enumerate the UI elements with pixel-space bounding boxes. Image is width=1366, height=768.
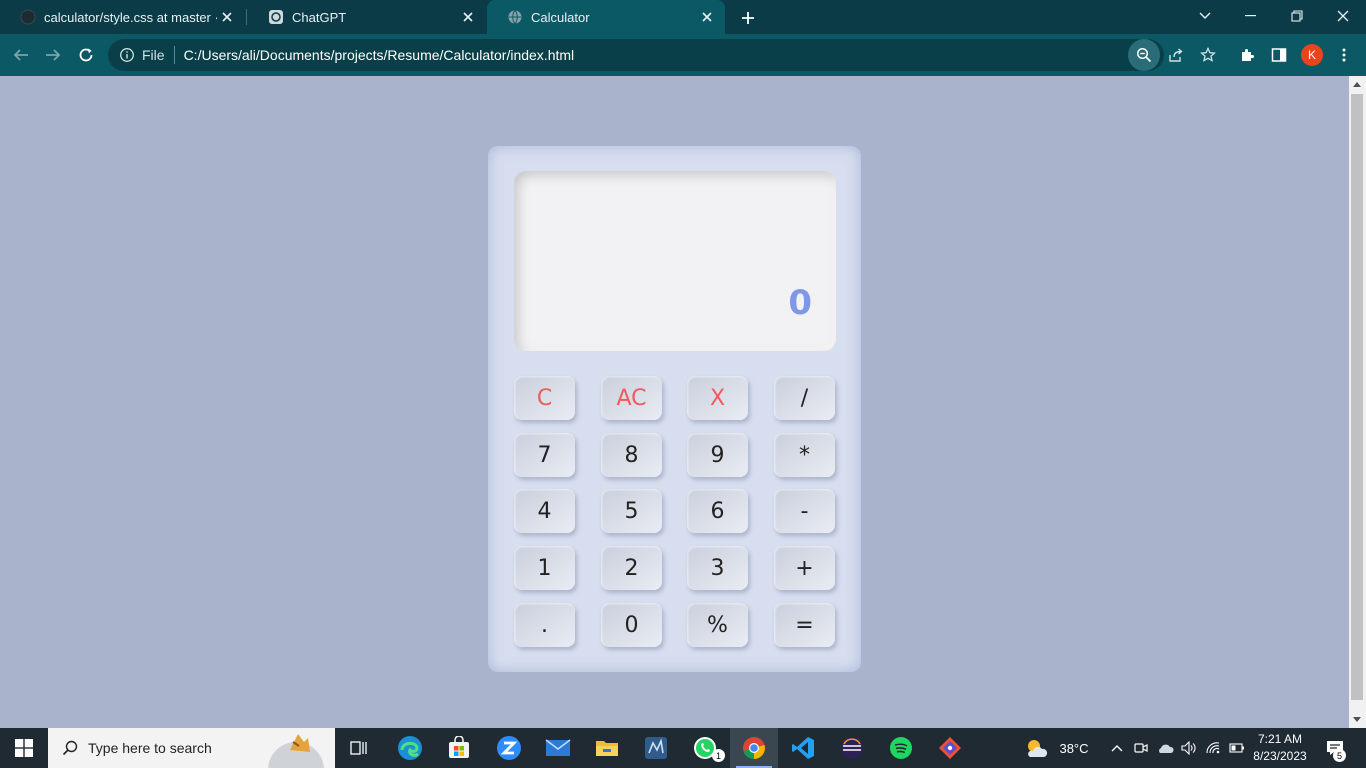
weather-text: 38°C: [1059, 740, 1089, 756]
tab-title: ChatGPT: [292, 9, 347, 25]
microsoft-store-icon[interactable]: [439, 728, 479, 768]
wifi-icon[interactable]: [1203, 728, 1223, 768]
github-icon: [20, 9, 36, 25]
windows-taskbar: Type here to search 1 38°C 7:21 AM 8/23/…: [0, 728, 1366, 768]
side-panel-icon[interactable]: [1267, 43, 1291, 67]
search-placeholder: Type here to search: [88, 740, 212, 756]
clock-time: 7:21 AM: [1257, 732, 1303, 746]
windows-start-icon[interactable]: [0, 728, 48, 768]
extensions-puzzle-icon[interactable]: [1235, 43, 1259, 67]
notification-center-icon[interactable]: [1320, 728, 1350, 768]
volume-icon[interactable]: [1179, 728, 1199, 768]
key-delete-button[interactable]: X: [687, 376, 748, 420]
tab-chatgpt[interactable]: ChatGPT: [248, 0, 486, 34]
page-viewport: 0 C AC X / 7 8 9 * 4 5 6- 1 2 3 +. 0% =: [0, 76, 1349, 728]
tab-title: calculator/style.css at master · ya: [44, 9, 217, 25]
key-5-button[interactable]: 5: [601, 489, 662, 533]
scrollbar-thumb[interactable]: [1351, 94, 1363, 700]
taskbar-search-box[interactable]: Type here to search: [48, 728, 335, 768]
calculator-display: 0: [514, 171, 836, 351]
display-value: 0: [788, 283, 812, 323]
restore-icon[interactable]: [1274, 0, 1320, 32]
file-explorer-icon[interactable]: [587, 728, 627, 768]
weather-icon[interactable]: [1022, 728, 1050, 768]
minimize-icon[interactable]: [1228, 0, 1274, 32]
meet-now-camera-icon[interactable]: [1132, 728, 1150, 768]
mail-icon[interactable]: [538, 728, 578, 768]
url-text[interactable]: C:/Users/ali/Documents/projects/Resume/C…: [184, 47, 575, 63]
key-divide-button[interactable]: /: [774, 376, 835, 420]
spotify-icon[interactable]: [881, 728, 921, 768]
address-bar[interactable]: File C:/Users/ali/Documents/projects/Res…: [108, 39, 1164, 71]
close-window-icon[interactable]: [1320, 0, 1366, 32]
key-percent-button[interactable]: %: [687, 603, 748, 647]
tab-separator: [246, 9, 247, 25]
show-hidden-icons-chevron-icon[interactable]: [1108, 728, 1126, 768]
key-all-clear-button[interactable]: AC: [601, 376, 662, 420]
vscode-icon[interactable]: [783, 728, 823, 768]
battery-icon[interactable]: [1227, 728, 1247, 768]
key-6-button[interactable]: 6: [687, 489, 748, 533]
search-icon: [62, 740, 78, 756]
key-multiply-button[interactable]: *: [774, 433, 835, 477]
bookmark-star-icon[interactable]: [1196, 43, 1220, 67]
whatsapp-badge: 1: [712, 749, 725, 762]
notification-count-badge: 5: [1333, 749, 1346, 762]
scheme-label: File: [142, 47, 165, 63]
forward-arrow-icon[interactable]: [40, 42, 66, 68]
eclipse-icon[interactable]: [832, 728, 872, 768]
close-icon[interactable]: [458, 7, 478, 27]
whatsapp-icon[interactable]: [685, 728, 725, 768]
task-view-icon[interactable]: [340, 728, 380, 768]
globe-icon: [507, 9, 523, 25]
tab-calculator-active[interactable]: Calculator: [487, 0, 725, 34]
share-icon[interactable]: [1164, 43, 1188, 67]
key-add-button[interactable]: +: [774, 546, 835, 590]
browser-toolbar: File C:/Users/ali/Documents/projects/Res…: [0, 34, 1366, 76]
key-1-button[interactable]: 1: [514, 546, 575, 590]
key-subtract-button[interactable]: -: [774, 489, 835, 533]
key-clear-button[interactable]: C: [514, 376, 575, 420]
key-0-button[interactable]: 0: [601, 603, 662, 647]
back-arrow-icon[interactable]: [8, 42, 34, 68]
new-tab-icon[interactable]: [737, 7, 759, 29]
key-9-button[interactable]: 9: [687, 433, 748, 477]
edge-browser-icon[interactable]: [390, 728, 430, 768]
chrome-taskbar-button[interactable]: [730, 728, 778, 768]
scroll-down-arrow-icon[interactable]: [1353, 717, 1361, 722]
git-gui-icon[interactable]: [930, 728, 970, 768]
calculator: 0 C AC X / 7 8 9 * 4 5 6- 1 2 3 +. 0% =: [488, 146, 861, 672]
tab-github[interactable]: calculator/style.css at master · ya: [0, 0, 245, 34]
close-icon[interactable]: [217, 7, 237, 27]
key-7-button[interactable]: 7: [514, 433, 575, 477]
key-2-button[interactable]: 2: [601, 546, 662, 590]
key-4-button[interactable]: 4: [514, 489, 575, 533]
scroll-up-arrow-icon[interactable]: [1353, 82, 1361, 87]
info-icon[interactable]: [119, 47, 135, 63]
omnibox-divider: [173, 46, 175, 64]
system-clock[interactable]: 7:21 AM 8/23/2023: [1248, 731, 1312, 765]
profile-avatar[interactable]: K: [1301, 44, 1323, 66]
vertical-scrollbar[interactable]: [1349, 76, 1366, 728]
key-decimal-button[interactable]: .: [514, 603, 575, 647]
tab-search-chevron-icon[interactable]: [1182, 0, 1228, 32]
chrome-icon: [742, 736, 766, 760]
tab-title: Calculator: [531, 9, 590, 25]
key-equals-button[interactable]: =: [774, 603, 835, 647]
clock-date: 8/23/2023: [1253, 749, 1307, 763]
mysql-workbench-icon[interactable]: [636, 728, 676, 768]
browser-tab-strip: calculator/style.css at master · ya Chat…: [0, 0, 1366, 34]
close-icon[interactable]: [697, 7, 717, 27]
zoom-out-icon[interactable]: [1132, 43, 1156, 67]
key-8-button[interactable]: 8: [601, 433, 662, 477]
chatgpt-icon: [268, 9, 284, 25]
reload-icon[interactable]: [73, 42, 99, 68]
zoom-app-icon[interactable]: [489, 728, 529, 768]
menu-kebab-icon[interactable]: [1332, 43, 1356, 67]
weather-temp[interactable]: 38°C: [1054, 728, 1094, 768]
search-highlight-illustration-icon: [260, 728, 335, 768]
key-3-button[interactable]: 3: [687, 546, 748, 590]
onedrive-cloud-icon[interactable]: [1154, 728, 1176, 768]
